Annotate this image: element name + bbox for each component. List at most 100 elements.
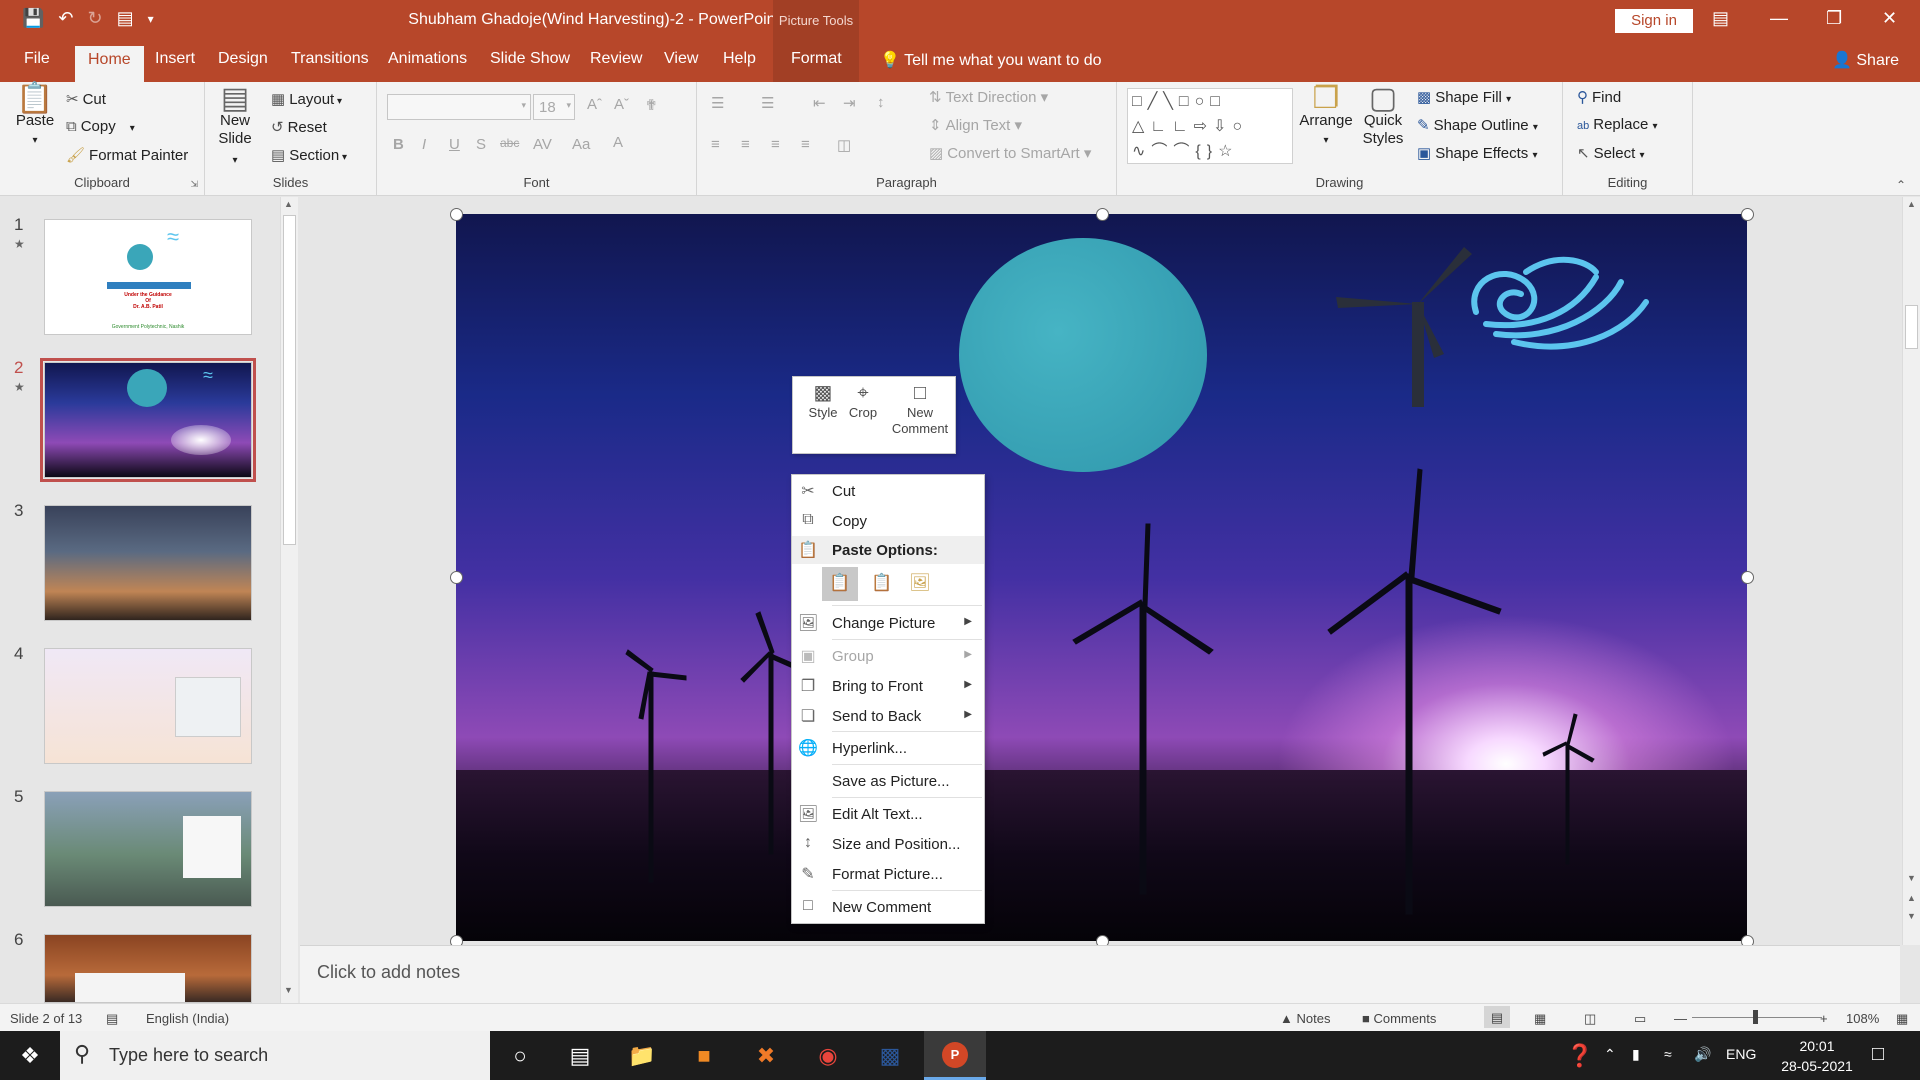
slide-canvas[interactable] [456, 214, 1747, 941]
menu-item-size-and-position[interactable]: ↕ Size and Position... [792, 830, 984, 858]
menu-item-change-picture[interactable]: 🖼 Change Picture ▶ [792, 609, 984, 637]
shape-effects-button[interactable]: ▣ Shape Effects ▾ [1417, 144, 1538, 162]
slide-thumb-4[interactable] [44, 648, 252, 764]
align-text-button[interactable]: ⇕ Align Text ▾ [929, 116, 1022, 134]
italic-icon[interactable]: I [422, 136, 426, 153]
ribbon-display-options-icon[interactable]: ▤ [1712, 8, 1729, 29]
cut-button[interactable]: ✂ Cut [66, 90, 106, 108]
menu-item-format-picture[interactable]: ✎ Format Picture... [792, 860, 984, 888]
align-center-icon[interactable]: ≡ [741, 136, 750, 153]
resize-handle[interactable] [450, 571, 463, 584]
spell-check-icon[interactable]: ▤ [106, 1011, 118, 1027]
slide-thumb-5[interactable] [44, 791, 252, 907]
numbering-icon[interactable]: ☰ [761, 94, 774, 112]
menu-item-copy[interactable]: ⧉ Copy [792, 507, 984, 535]
resize-handle[interactable] [1741, 571, 1754, 584]
task-view-icon[interactable]: ▤ [560, 1043, 600, 1069]
normal-view-icon[interactable]: ▤ [1484, 1006, 1510, 1028]
clock[interactable]: 20:01 28-05-2021 [1772, 1036, 1862, 1076]
crop-button[interactable]: ⌖ Crop [845, 383, 881, 421]
decrease-font-icon[interactable]: Aˇ [614, 96, 629, 113]
slide-show-icon[interactable]: ▭ [1634, 1011, 1646, 1027]
zoom-slider-thumb[interactable] [1753, 1010, 1758, 1024]
slide-thumb-6[interactable] [44, 934, 252, 1003]
chrome-icon[interactable]: ◉ [808, 1043, 848, 1069]
tab-transitions[interactable]: Transitions [291, 50, 369, 68]
comments-toggle[interactable]: ■ Comments [1362, 1011, 1436, 1026]
slide-pane-scrollbar[interactable]: ▲ ▼ [280, 197, 298, 1003]
next-slide-icon[interactable]: ▼ [1907, 911, 1916, 921]
minimize-icon[interactable]: — [1770, 8, 1788, 29]
character-spacing-icon[interactable]: AV [533, 136, 552, 153]
font-color-icon[interactable]: A [613, 134, 623, 151]
increase-font-icon[interactable]: Aˆ [587, 96, 602, 113]
slide-thumb-2[interactable]: ≈ [40, 358, 256, 482]
strikethrough-icon[interactable]: abc [500, 136, 519, 150]
previous-slide-icon[interactable]: ▲ [1907, 893, 1916, 903]
tell-me-search[interactable]: 💡 Tell me what you want to do [880, 50, 1102, 70]
align-right-icon[interactable]: ≡ [771, 136, 780, 153]
slide-pane-scroll-thumb[interactable] [283, 215, 296, 545]
notifications-icon[interactable]: □ [1872, 1043, 1884, 1066]
shape-outline-button[interactable]: ✎ Shape Outline ▾ [1417, 116, 1538, 134]
bold-icon[interactable]: B [393, 136, 404, 153]
menu-item-cut[interactable]: ✂ Cut [792, 477, 984, 505]
find-button[interactable]: ⚲ Find [1577, 88, 1621, 106]
file-explorer-icon[interactable]: 📁 [622, 1043, 662, 1069]
tab-insert[interactable]: Insert [155, 50, 195, 68]
battery-icon[interactable]: ▮ [1632, 1046, 1640, 1063]
close-icon[interactable]: ✕ [1882, 8, 1897, 29]
tab-home[interactable]: Home [75, 46, 144, 82]
tab-help[interactable]: Help [723, 50, 756, 68]
show-hidden-icons-icon[interactable]: ⌃ [1604, 1046, 1616, 1063]
clipboard-launcher-icon[interactable]: ⇲ [190, 179, 198, 190]
line-spacing-icon[interactable]: ↕ [877, 94, 885, 111]
align-left-icon[interactable]: ≡ [711, 136, 720, 153]
resize-handle[interactable] [1096, 208, 1109, 221]
resize-handle[interactable] [450, 208, 463, 221]
shapes-gallery[interactable]: □╱╲□○□ △∟∟⇨⇩○ ∿⌒⌒{}☆ [1127, 88, 1293, 164]
xampp-icon[interactable]: ✖ [746, 1043, 786, 1069]
menu-item-send-to-back[interactable]: ❏ Send to Back ▶ [792, 702, 984, 730]
menu-item-save-as-picture[interactable]: Save as Picture... [792, 767, 984, 795]
convert-smartart-button[interactable]: ▨ Convert to SmartArt ▾ [929, 144, 1091, 162]
increase-indent-icon[interactable]: ⇥ [843, 94, 856, 112]
menu-item-hyperlink[interactable]: 🌐 Hyperlink... [792, 734, 984, 762]
font-size-combo[interactable]: 18 ▾ [533, 94, 575, 120]
zoom-level[interactable]: 108% [1846, 1011, 1879, 1026]
zoom-in-icon[interactable]: + [1820, 1011, 1828, 1026]
sign-in-button[interactable]: Sign in [1615, 9, 1693, 33]
shape-fill-button[interactable]: ▩ Shape Fill ▾ [1417, 88, 1511, 106]
clear-formatting-icon[interactable]: ✟ [645, 96, 658, 114]
shadow-icon[interactable]: S [476, 136, 486, 153]
copy-button[interactable]: ⧉ Copy ▾ [66, 118, 135, 135]
decrease-indent-icon[interactable]: ⇤ [813, 94, 826, 112]
tab-slide-show[interactable]: Slide Show [490, 50, 570, 68]
language-indicator[interactable]: English (India) [146, 1011, 229, 1026]
share-button[interactable]: 👤 Share [1832, 50, 1899, 70]
select-button[interactable]: ↖ Select ▾ [1577, 144, 1644, 162]
resize-handle[interactable] [1741, 208, 1754, 221]
cortana-icon[interactable]: ○ [500, 1043, 540, 1069]
reset-button[interactable]: ↺ Reset [271, 118, 327, 136]
columns-icon[interactable]: ◫ [837, 136, 851, 154]
collapse-ribbon-icon[interactable]: ⌃ [1896, 178, 1906, 192]
menu-item-bring-to-front[interactable]: ❐ Bring to Front ▶ [792, 672, 984, 700]
section-button[interactable]: ▤ Section ▾ [271, 146, 347, 164]
format-painter-button[interactable]: 🖌 Format Painter [66, 146, 188, 164]
tab-review[interactable]: Review [590, 50, 642, 68]
sublime-text-icon[interactable]: ■ [684, 1043, 724, 1069]
paste-button[interactable]: 📋 Paste ▾ [12, 84, 58, 150]
slide-thumb-3[interactable] [44, 505, 252, 621]
tab-file[interactable]: File [24, 50, 50, 68]
underline-icon[interactable]: U [449, 136, 460, 153]
slide-thumb-1[interactable]: ≈ Under the Guidance Of Dr. A.B. Patil G… [44, 219, 252, 335]
font-name-combo[interactable]: ▾ [387, 94, 531, 120]
menu-item-new-comment[interactable]: □ New Comment [792, 893, 984, 921]
paste-option-use-destination[interactable]: 📋 [822, 567, 858, 601]
notes-pane[interactable]: Click to add notes [300, 945, 1900, 1003]
tab-animations[interactable]: Animations [388, 50, 467, 68]
zoom-out-icon[interactable]: — [1674, 1011, 1687, 1026]
justify-icon[interactable]: ≡ [801, 136, 810, 153]
style-button[interactable]: ▩ Style [803, 383, 843, 421]
